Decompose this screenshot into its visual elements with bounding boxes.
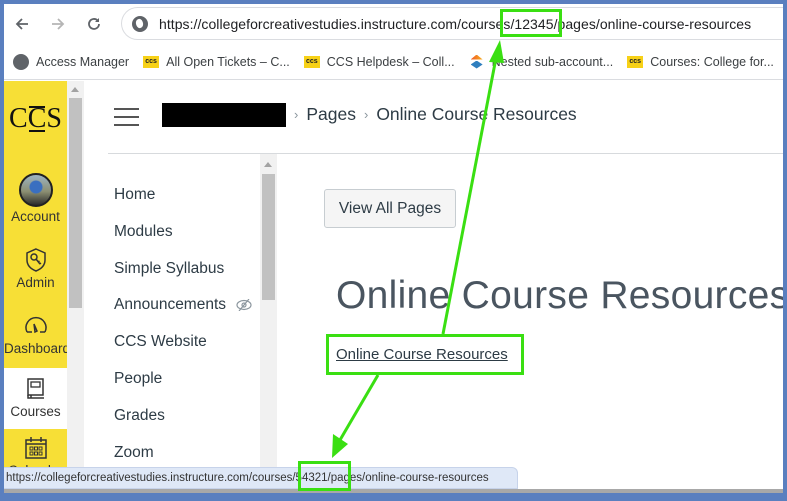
bookmark-label: Courses: College for... [650, 54, 774, 69]
globe-icon [132, 15, 148, 32]
scroll-up-arrow-icon[interactable] [264, 162, 272, 167]
bookmark-label: Access Manager [36, 54, 130, 69]
breadcrumb-current-page: Online Course Resources [376, 104, 577, 124]
bookmark-all-open-tickets[interactable]: ccs All Open Tickets – C... [143, 55, 290, 69]
back-button[interactable] [10, 12, 34, 36]
global-nav-admin[interactable]: Admin [4, 247, 67, 290]
bookmarks-bar: Access Manager ccs All Open Tickets – C.… [4, 44, 783, 80]
eye-slash-icon [236, 299, 252, 311]
hamburger-icon [114, 108, 139, 110]
global-nav: CCS Account Admin Dashboard Courses Cale… [4, 81, 71, 493]
course-nav-scrollbar[interactable] [260, 154, 277, 493]
global-nav-label: Admin [16, 275, 55, 290]
global-nav-label: Account [11, 209, 60, 224]
dashboard-gauge-icon [24, 316, 47, 334]
avatar [18, 173, 53, 207]
address-bar[interactable]: https://collegeforcreativestudies.instru… [121, 7, 783, 40]
scroll-up-arrow-icon[interactable] [71, 87, 79, 92]
reload-icon [88, 18, 100, 30]
globe-icon [13, 53, 29, 70]
bookmark-label: CCS Helpdesk – Coll... [326, 54, 455, 69]
browser-window: https://collegeforcreativestudies.instru… [4, 4, 783, 493]
arrow-right-icon [52, 18, 65, 30]
course-nav-modules[interactable]: Modules [114, 223, 173, 241]
scrollbar-thumb[interactable] [69, 98, 82, 308]
course-nav-simple-syllabus[interactable]: Simple Syllabus [114, 260, 224, 278]
course-nav-grades[interactable]: Grades [114, 407, 165, 425]
global-nav-label: Courses [10, 404, 61, 419]
course-nav-people[interactable]: People [114, 370, 162, 388]
bookmark-nested-sub-account[interactable]: Nested sub-account... [469, 54, 614, 70]
bookmark-label: Nested sub-account... [491, 54, 614, 69]
online-course-resources-link[interactable]: Online Course Resources [336, 346, 508, 363]
bookmark-ccs-helpdesk[interactable]: ccs CCS Helpdesk – Coll... [303, 54, 455, 69]
logo-letter: S [46, 103, 62, 134]
view-all-pages-button[interactable]: View All Pages [324, 189, 456, 228]
global-nav-dashboard[interactable]: Dashboard [4, 313, 71, 356]
course-nav-ccs-website[interactable]: CCS Website [114, 333, 207, 351]
breadcrumb-separator: › [294, 107, 299, 122]
logo-letter: C [9, 103, 28, 134]
bookmark-access-manager[interactable]: Access Manager [13, 53, 130, 70]
breadcrumb: › Pages › Online Course Resources [290, 104, 577, 125]
logo-letter: C [27, 103, 47, 134]
hamburger-icon [114, 116, 139, 118]
breadcrumb-course-redacted[interactable] [162, 103, 286, 127]
address-bar-url[interactable]: https://collegeforcreativestudies.instru… [159, 16, 751, 32]
window-bottom-bar [4, 489, 783, 493]
bookmark-courses-college[interactable]: ccs Courses: College for... [627, 55, 774, 69]
bookmark-label: All Open Tickets – C... [166, 54, 290, 69]
layers-icon [469, 54, 485, 70]
breadcrumb-separator: › [363, 107, 369, 122]
ccs-icon: ccs [143, 55, 160, 68]
ccs-icon: ccs [627, 55, 644, 68]
course-nav-announcements[interactable]: Announcements [114, 296, 252, 314]
calendar-icon [24, 437, 47, 459]
status-bubble-url: https://collegeforcreativestudies.instru… [4, 467, 518, 489]
global-nav-courses[interactable]: Courses [4, 368, 67, 429]
reload-button[interactable] [82, 12, 106, 36]
shield-key-icon [25, 248, 46, 272]
forward-button[interactable] [46, 12, 70, 36]
browser-toolbar: https://collegeforcreativestudies.instru… [4, 4, 783, 44]
global-nav-account[interactable]: Account [4, 173, 67, 224]
page-title: Online Course Resources [336, 274, 783, 317]
scrollbar-thumb[interactable] [262, 174, 275, 300]
course-nav-home[interactable]: Home [114, 186, 155, 204]
course-menu-toggle[interactable] [114, 108, 139, 126]
hamburger-icon [114, 124, 139, 126]
breadcrumb-pages[interactable]: Pages [306, 104, 356, 125]
global-nav-scrollbar[interactable] [67, 81, 84, 493]
ccs-icon: ccs [303, 55, 320, 68]
book-icon [26, 378, 44, 399]
ccs-logo[interactable]: CCS [4, 103, 67, 135]
course-nav-zoom[interactable]: Zoom [114, 444, 154, 462]
course-nav-label: Announcements [114, 296, 227, 313]
global-nav-label: Dashboard [4, 341, 71, 356]
course-nav: Home Modules Simple Syllabus Announcemen… [108, 154, 260, 493]
arrow-left-icon [15, 18, 28, 30]
